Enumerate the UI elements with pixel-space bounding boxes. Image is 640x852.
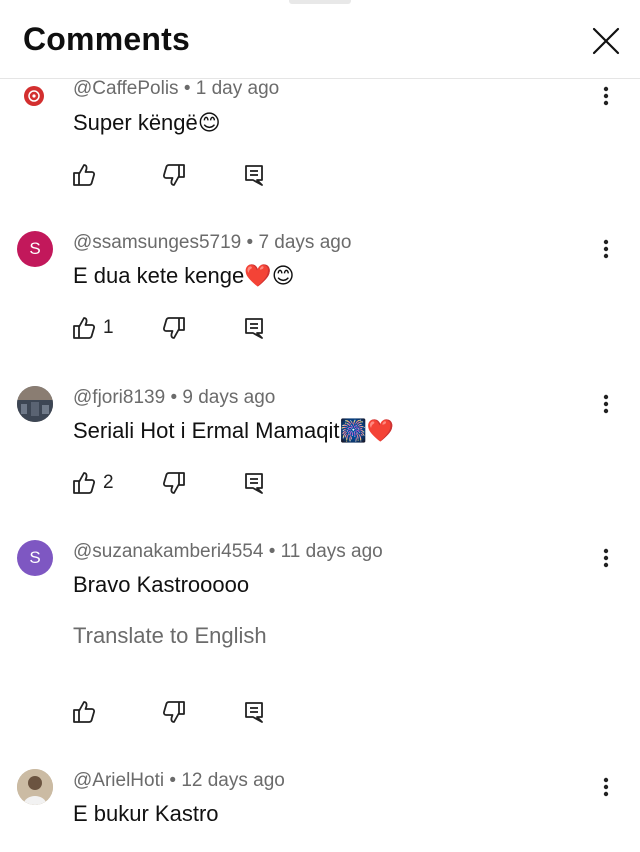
reply-button[interactable] xyxy=(240,468,268,498)
comment-emoji: 😊 xyxy=(197,110,221,135)
more-button[interactable] xyxy=(596,545,616,573)
reply-icon xyxy=(245,473,263,494)
like-button[interactable]: 1 xyxy=(70,313,114,343)
thumbs-down-icon xyxy=(162,164,185,186)
thumbs-up-icon xyxy=(73,317,96,339)
avatar[interactable] xyxy=(24,86,44,106)
comment-time: 1 day ago xyxy=(195,78,280,99)
comment-emoji: 🎆❤️ xyxy=(339,418,395,443)
comment-text: E dua kete kenge❤️😊 xyxy=(73,262,295,290)
comment-meta: @CaffePolis • 1 day ago xyxy=(73,77,279,101)
thumbs-down-icon xyxy=(162,472,185,494)
comment-meta: @fjori8139 • 9 days ago xyxy=(73,386,275,410)
more-vert-icon xyxy=(603,777,609,797)
thumbs-up-icon xyxy=(73,701,96,723)
dislike-button[interactable] xyxy=(160,468,188,498)
more-vert-icon xyxy=(603,548,609,568)
comment-author[interactable]: @ssamsunges5719 xyxy=(73,232,241,253)
reply-button[interactable] xyxy=(240,697,268,727)
more-button[interactable] xyxy=(596,391,616,419)
thumbs-up-icon xyxy=(73,472,96,494)
comment-body: Super këngë xyxy=(73,110,198,135)
avatar-letter: S xyxy=(29,548,41,567)
comment-meta: @ssamsunges5719 • 7 days ago xyxy=(73,231,351,255)
dislike-button[interactable] xyxy=(160,160,188,190)
reply-button[interactable] xyxy=(240,160,268,190)
reply-icon xyxy=(245,702,263,723)
dislike-button[interactable] xyxy=(160,313,188,343)
meta-separator: • xyxy=(170,387,183,408)
thumbs-down-icon xyxy=(162,317,185,339)
meta-separator: • xyxy=(169,770,182,791)
panel-title: Comments xyxy=(23,21,190,57)
comment-body: E bukur Kastro xyxy=(73,801,219,826)
profile-photo-icon xyxy=(17,386,53,422)
comment-time: 12 days ago xyxy=(181,770,285,791)
avatar-letter: S xyxy=(29,239,41,258)
more-vert-icon xyxy=(603,86,609,106)
comment-actions xyxy=(70,697,290,727)
like-button[interactable] xyxy=(70,160,103,190)
comment-text: Seriali Hot i Ermal Mamaqit🎆❤️ xyxy=(73,417,394,445)
drag-handle[interactable] xyxy=(289,0,351,4)
profile-photo-icon xyxy=(17,769,53,805)
more-button[interactable] xyxy=(596,83,616,111)
dislike-button[interactable] xyxy=(160,697,188,727)
like-button[interactable]: 2 xyxy=(70,468,114,498)
reply-button[interactable] xyxy=(240,313,268,343)
comment-actions: 2 xyxy=(70,468,290,498)
comment-emoji: ❤️😊 xyxy=(244,263,295,288)
like-count: 1 xyxy=(103,317,114,338)
comment-text: E bukur Kastro xyxy=(73,800,219,828)
comment-author[interactable]: @CaffePolis xyxy=(73,78,179,99)
more-button[interactable] xyxy=(596,774,616,802)
comment-time: 7 days ago xyxy=(258,232,352,253)
comment-actions: 1 xyxy=(70,313,290,343)
close-button[interactable] xyxy=(588,23,624,59)
comments-header: Comments xyxy=(0,0,640,79)
comment-author[interactable]: @suzanakamberi4554 xyxy=(73,541,263,562)
thumbs-up-icon xyxy=(73,164,96,186)
comment-time: 11 days ago xyxy=(280,541,383,562)
channel-logo-icon xyxy=(25,87,43,105)
close-icon xyxy=(592,27,620,55)
comment-body: Bravo Kastrooooo xyxy=(73,572,250,597)
comment-time: 9 days ago xyxy=(182,387,276,408)
comment-text: Super këngë😊 xyxy=(73,109,221,137)
more-vert-icon xyxy=(603,239,609,259)
comment-actions xyxy=(70,160,290,190)
comment-body: E dua kete kenge xyxy=(73,263,245,288)
like-button[interactable] xyxy=(70,697,103,727)
comment-text: Bravo Kastrooooo xyxy=(73,571,249,599)
meta-separator: • xyxy=(246,232,259,253)
comment-body: Seriali Hot i Ermal Mamaqit xyxy=(73,418,340,443)
meta-separator: • xyxy=(268,541,281,562)
avatar[interactable]: S xyxy=(17,540,53,576)
meta-separator: • xyxy=(183,78,196,99)
comment-meta: @suzanakamberi4554 • 11 days ago xyxy=(73,540,383,564)
translate-link[interactable]: Translate to English xyxy=(73,622,267,650)
like-count: 2 xyxy=(103,472,114,493)
comments-panel: Comments @CaffePolis • 1 day ago Super k… xyxy=(0,0,640,852)
avatar[interactable] xyxy=(17,769,53,805)
thumbs-down-icon xyxy=(162,701,185,723)
reply-icon xyxy=(245,318,263,339)
avatar[interactable]: S xyxy=(17,231,53,267)
more-button[interactable] xyxy=(596,236,616,264)
reply-icon xyxy=(245,165,263,186)
comment-meta: @ArielHoti • 12 days ago xyxy=(73,769,285,793)
comment-author[interactable]: @fjori8139 xyxy=(73,387,165,408)
more-vert-icon xyxy=(603,394,609,414)
comment-author[interactable]: @ArielHoti xyxy=(73,770,164,791)
avatar[interactable] xyxy=(17,386,53,422)
